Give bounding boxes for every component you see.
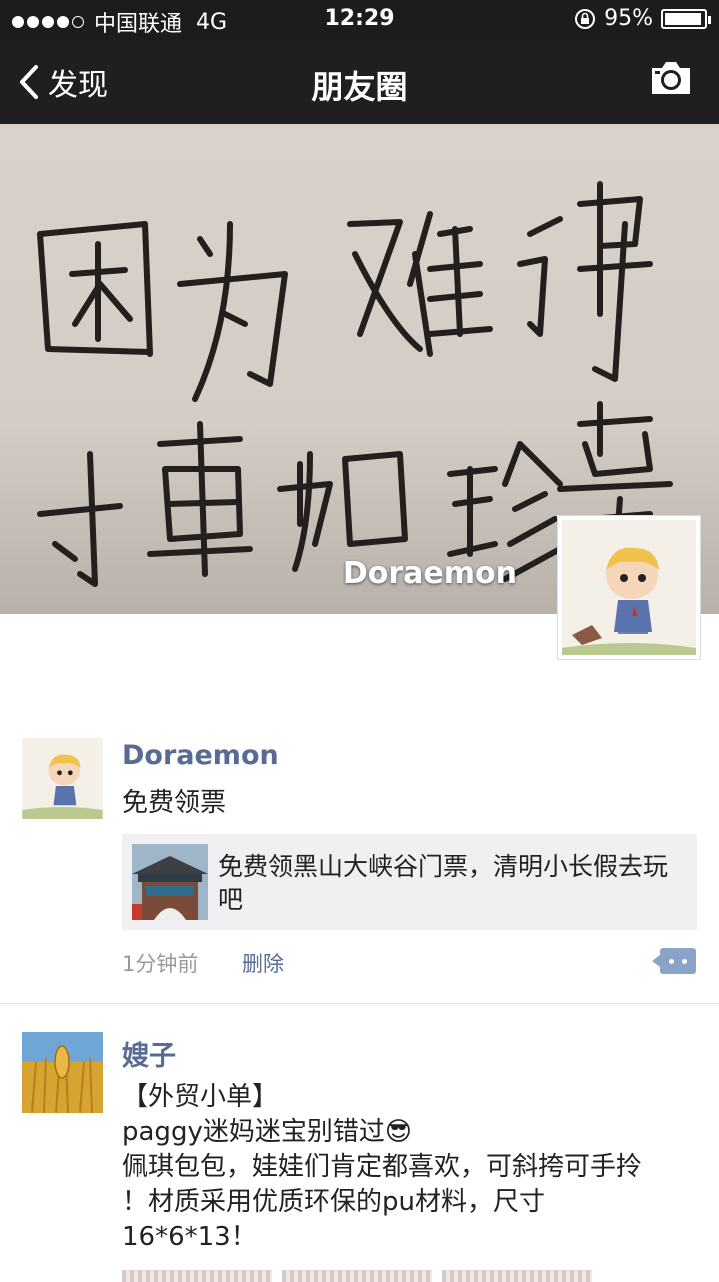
post-image-row[interactable]	[122, 1270, 592, 1282]
post-avatar[interactable]	[22, 1032, 103, 1113]
status-bar: 中国联通 4G 12:29 95%	[0, 0, 719, 40]
moment-post: 嫂子 【外贸小单】 paggy迷妈迷宝别错过😎 佩琪包包，娃娃们肯定都喜欢，可斜…	[0, 1032, 719, 1282]
post-text: 【外贸小单】 paggy迷妈迷宝别错过😎 佩琪包包，娃娃们肯定都喜欢，可斜挎可手…	[122, 1080, 699, 1255]
rotation-lock-icon	[575, 8, 596, 29]
post-author-name[interactable]: Doraemon	[122, 740, 279, 771]
profile-avatar[interactable]	[557, 515, 701, 660]
wheat-field-image	[22, 1032, 103, 1113]
status-right: 95%	[574, 6, 711, 31]
post-image[interactable]	[282, 1270, 432, 1282]
battery-icon	[661, 8, 711, 29]
battery-percent: 95%	[604, 6, 653, 31]
post-avatar[interactable]	[22, 738, 103, 819]
nav-bar: 发现 朋友圈	[0, 40, 719, 124]
avatar-illustration	[562, 520, 696, 655]
moment-post: Doraemon 免费领票 免费领黑山大峡谷门票，清明小长假去玩吧 1分钟前 删…	[0, 738, 719, 1003]
shared-link-card[interactable]: 免费领黑山大峡谷门票，清明小长假去玩吧	[122, 834, 697, 930]
delete-button[interactable]: 删除	[242, 948, 284, 978]
comment-icon[interactable]	[652, 948, 696, 974]
page-title: 朋友圈	[311, 68, 408, 106]
cover-user-name: Doraemon	[342, 556, 517, 591]
avatar-illustration	[22, 738, 103, 819]
divider	[0, 1003, 719, 1004]
post-image[interactable]	[442, 1270, 592, 1282]
post-line: 16*6*13！	[122, 1222, 257, 1252]
post-image[interactable]	[122, 1270, 272, 1282]
post-line: ！材质采用优质环保的pu材料，尺寸	[122, 1187, 545, 1217]
post-author-name[interactable]: 嫂子	[122, 1034, 176, 1073]
link-title: 免费领黑山大峡谷门票，清明小长假去玩吧	[218, 852, 669, 914]
post-line: 【外贸小单】	[122, 1082, 279, 1112]
post-text: 免费领票	[122, 788, 227, 818]
link-thumbnail	[132, 844, 208, 920]
post-line: 佩琪包包，娃娃们肯定都喜欢，可斜挎可手拎	[122, 1152, 643, 1182]
post-time: 1分钟前	[122, 952, 199, 976]
camera-icon[interactable]	[649, 60, 693, 96]
post-line: paggy迷妈迷宝别错过😎	[122, 1117, 412, 1147]
